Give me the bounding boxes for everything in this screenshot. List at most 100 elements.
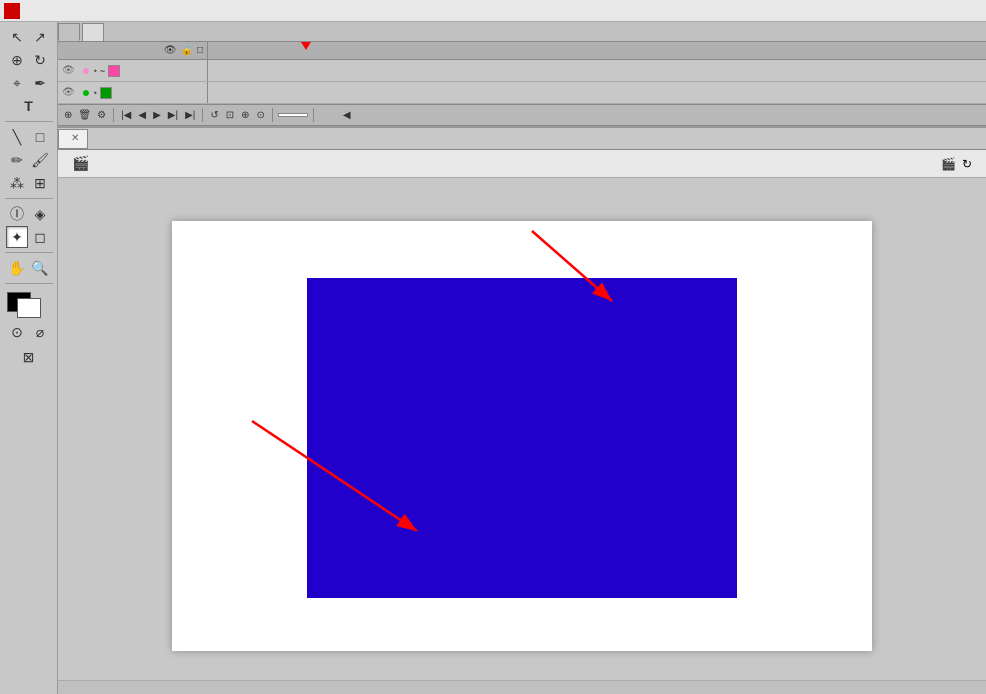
canvas-scrollbar: [58, 680, 986, 694]
menu-modify[interactable]: [82, 9, 94, 13]
menu-edit[interactable]: [40, 9, 52, 13]
color-swatches: [7, 292, 51, 320]
tool-group-eyedropper: ✦ ◻: [6, 226, 51, 248]
tool-group-hand: ✋ 🔍: [6, 257, 51, 279]
pb-separator-1: [113, 108, 114, 122]
tool-separator-2: [5, 198, 53, 199]
deco-tool[interactable]: ⊞: [29, 172, 51, 194]
layer-2-info: 👁 • ~: [58, 60, 208, 81]
main-layout: ↖ ↗ ⊕ ↻ ⌖ ✒ T ╲ □ ✏ 🖌 ⁂ ⊞ Ⓘ ◈ ✦: [0, 22, 986, 694]
tool-group-pencil: ✏ 🖌: [6, 149, 51, 171]
subselect-tool[interactable]: ↗: [29, 26, 51, 48]
onion-skin-btn[interactable]: ⊕: [239, 110, 251, 121]
canvas-area: [58, 178, 986, 694]
layer-1-visibility-icon[interactable]: 👁: [62, 87, 75, 98]
fill-color-swatch[interactable]: [17, 298, 41, 318]
layer-control-icons: ⊕ 🗑 ⚙: [62, 110, 108, 121]
tab-timeline[interactable]: [58, 23, 80, 41]
next-frame-btn[interactable]: ▶|: [166, 110, 180, 121]
tool-group-transform: ⊕ ↻: [6, 49, 51, 71]
document-tabs: ✕: [58, 128, 986, 150]
tool-separator-1: [5, 121, 53, 122]
tool-group-lasso: ⌖ ✒: [6, 72, 51, 94]
current-frame-field[interactable]: [278, 113, 308, 117]
paint-bucket-tool[interactable]: ◈: [29, 203, 51, 225]
timeline-ruler: 👁 🔒 □: [58, 42, 986, 60]
eye-icon[interactable]: 👁: [164, 45, 177, 56]
layer-2-motion-icon: ~: [100, 66, 105, 76]
loop-btn[interactable]: ↺: [208, 110, 220, 121]
prev-frame-btn[interactable]: ◀: [136, 110, 148, 121]
scene-icon: 🎬: [72, 155, 89, 172]
content-area: 👁 🔒 □ 👁 • ~: [58, 22, 986, 694]
delete-layer-btn[interactable]: 🗑: [76, 110, 93, 121]
new-layer-btn[interactable]: ⊕: [62, 110, 74, 121]
edit-frames-btn[interactable]: ⊡: [224, 110, 236, 121]
bottom-tool[interactable]: ⊠: [18, 346, 40, 368]
layer-row-1: 👁 •: [58, 82, 986, 104]
menu-text[interactable]: [96, 9, 108, 13]
spray-tool[interactable]: ⁂: [6, 172, 28, 194]
playback-controls: ⊕ 🗑 ⚙ |◀ ◀ ▶ ▶| ▶| ↺ ⊡ ⊕ ⊙: [58, 104, 986, 126]
tool-separator-3: [5, 252, 53, 253]
menu-command[interactable]: [110, 9, 122, 13]
frame-icon[interactable]: □: [197, 45, 203, 56]
play-btn[interactable]: ▶: [151, 110, 163, 121]
goto-last-btn[interactable]: ▶|: [183, 110, 197, 121]
menu-window[interactable]: [152, 9, 164, 13]
layer-1-color-dot: [83, 90, 89, 96]
pen-tool[interactable]: ✒: [29, 72, 51, 94]
lock-icon[interactable]: 🔒: [181, 45, 193, 56]
layer-2-color-box: [108, 65, 120, 77]
snap-tool[interactable]: ⊙: [6, 321, 28, 343]
canvas-stage[interactable]: [172, 221, 872, 651]
timeline-panel: 👁 🔒 □ 👁 • ~: [58, 22, 986, 128]
pencil-tool[interactable]: ✏: [6, 149, 28, 171]
arrow-tool[interactable]: ↖: [6, 26, 28, 48]
layer-2-dot-marker: •: [94, 66, 97, 76]
app-brand-icon: [4, 3, 20, 19]
pb-separator-4: [313, 108, 314, 122]
goto-first-btn[interactable]: |◀: [119, 110, 133, 121]
hand-tool[interactable]: ✋: [6, 257, 28, 279]
menu-control[interactable]: [124, 9, 136, 13]
free-transform-tool[interactable]: ⊕: [6, 49, 28, 71]
tool-group-ink: Ⓘ ◈: [6, 203, 51, 225]
smooth-tool[interactable]: ⌀: [29, 321, 51, 343]
doc-tab-close-btn[interactable]: ✕: [71, 133, 79, 144]
stage-content: [172, 221, 872, 651]
tool-group-arrow: ↖ ↗: [6, 26, 51, 48]
eraser-tool[interactable]: ◻: [29, 226, 51, 248]
text-tool[interactable]: T: [18, 95, 40, 117]
onion-outline-btn[interactable]: ⊙: [255, 110, 267, 121]
menu-bar: [0, 0, 986, 22]
doc-tab-current[interactable]: ✕: [58, 129, 88, 149]
tool-group-spray: ⁂ ⊞: [6, 172, 51, 194]
layer-column-header: 👁 🔒 □: [58, 42, 208, 59]
scene-right-controls: 🎬 ↻: [941, 157, 978, 171]
ink-bottle-tool[interactable]: Ⓘ: [6, 203, 28, 225]
line-tool[interactable]: ╲: [6, 126, 28, 148]
blue-rectangle: [307, 278, 737, 598]
pb-separator-3: [272, 108, 273, 122]
tool-group-bottom: ⊙ ⌀: [6, 321, 51, 343]
menu-debug[interactable]: [138, 9, 150, 13]
3d-rotate-tool[interactable]: ↻: [29, 49, 51, 71]
layer-2-visibility-icon[interactable]: 👁: [62, 65, 75, 76]
layer-row-2: 👁 • ~: [58, 60, 986, 82]
tool-separator-4: [5, 283, 53, 284]
eyedropper-tool[interactable]: ✦: [6, 226, 28, 248]
layer-1-frames[interactable]: [208, 82, 986, 103]
menu-file[interactable]: [26, 9, 38, 13]
menu-view[interactable]: [54, 9, 66, 13]
timeline-scroll-left[interactable]: ◀: [341, 110, 353, 121]
layer-2-frames[interactable]: [208, 60, 986, 81]
menu-help[interactable]: [166, 9, 178, 13]
rect-tool[interactable]: □: [29, 126, 51, 148]
tab-animation-editor[interactable]: [82, 23, 104, 41]
lasso-tool[interactable]: ⌖: [6, 72, 28, 94]
zoom-tool[interactable]: 🔍: [29, 257, 51, 279]
brush-tool[interactable]: 🖌: [29, 149, 51, 171]
layer-props-btn[interactable]: ⚙: [95, 110, 108, 121]
menu-insert[interactable]: [68, 9, 80, 13]
